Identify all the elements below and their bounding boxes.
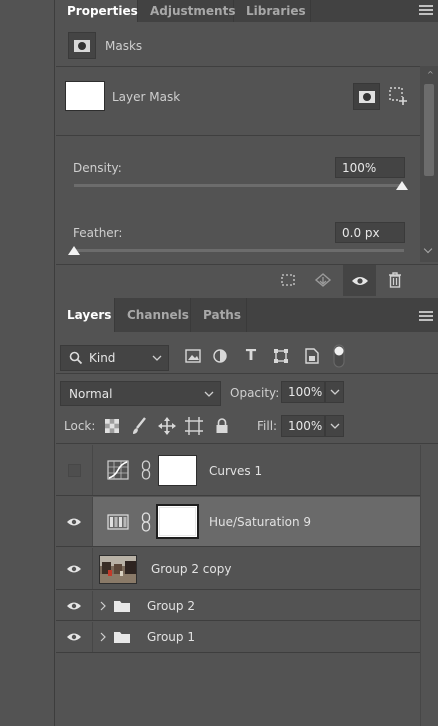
chevron-right-icon[interactable] [98,600,108,612]
chevron-right-icon[interactable] [98,631,108,643]
tab-adjustments[interactable]: Adjustments [139,0,235,22]
filter-kind-value: Kind [89,351,116,365]
masks-label: Masks [105,39,143,53]
filter-shape-icon[interactable] [272,347,290,365]
density-label: Density: [73,161,122,175]
layers-menu-icon[interactable] [419,309,433,323]
search-icon [69,351,83,365]
link-icon[interactable] [140,459,152,481]
curves-adjustment-icon [106,459,130,481]
layer-mask-thumbnail[interactable] [158,455,197,486]
layer-name: Hue/Saturation 9 [209,515,312,529]
add-vector-mask-icon[interactable] [387,85,409,107]
tab-paths[interactable]: Paths [192,298,247,332]
layers-scrollbar[interactable] [420,445,438,726]
feather-label: Feather: [73,226,123,240]
hue-saturation-adjustment-icon [106,512,130,532]
layer-row-hue-saturation-9[interactable]: Hue/Saturation 9 [56,497,420,547]
fill-label: Fill: [257,419,278,433]
fill-chevron-icon[interactable] [325,415,344,437]
visibility-toggle[interactable] [56,622,93,652]
filter-smart-object-icon[interactable] [303,347,321,365]
layers-tab-bar: Layers Channels Paths [56,298,438,332]
chevron-down-icon [204,391,214,397]
divider [56,443,438,444]
scrollbar-thumb[interactable] [424,84,434,176]
layer-name: Curves 1 [209,464,263,478]
eye-icon[interactable] [66,517,82,527]
filter-pixel-icon[interactable] [184,347,202,365]
tab-layers[interactable]: Layers [56,298,115,332]
filter-kind-dropdown[interactable]: Kind [60,345,169,371]
scroll-up-icon[interactable]: ^ [427,70,434,79]
opacity-label: Opacity: [230,386,280,400]
filter-adjustment-icon[interactable] [211,347,229,365]
mask-icon [68,32,96,59]
density-slider-track[interactable] [74,184,404,187]
link-icon[interactable] [140,511,152,533]
filter-type-icon[interactable]: T [242,346,260,364]
tab-libraries[interactable]: Libraries [235,0,311,22]
lock-artboard-icon[interactable] [184,416,204,436]
lock-position-icon[interactable] [157,416,177,436]
layer-name: Group 1 [147,630,195,644]
opacity-field[interactable]: 100% [281,381,325,403]
lock-all-icon[interactable] [213,416,231,436]
layer-name: Group 2 copy [151,562,232,576]
opacity-chevron-icon[interactable] [325,381,344,403]
density-slider-thumb[interactable] [396,181,408,190]
layer-image-thumbnail [99,555,137,584]
divider [56,264,438,265]
layer-name: Group 2 [147,599,195,613]
blend-mode-dropdown[interactable]: Normal [60,381,221,406]
blend-mode-value: Normal [69,386,113,401]
left-gutter [0,0,55,726]
density-field[interactable]: 100% [335,157,405,178]
tab-properties[interactable]: Properties [56,0,138,22]
visibility-toggle[interactable] [56,497,93,546]
properties-menu-icon[interactable] [419,3,433,17]
eye-icon[interactable] [66,564,82,574]
load-selection-icon[interactable] [278,270,298,290]
chevron-down-icon [152,355,162,361]
folder-icon [112,598,132,614]
visibility-off-box[interactable] [67,463,81,477]
visibility-toggle[interactable] [56,445,93,495]
scroll-down-icon[interactable] [423,244,433,254]
feather-slider-track[interactable] [74,249,404,252]
fill-field[interactable]: 100% [281,415,325,437]
properties-scrollbar[interactable]: ^ [420,66,438,262]
eye-icon[interactable] [66,601,82,611]
lock-transparent-pixels-icon[interactable] [103,417,121,435]
lock-label: Lock: [64,419,96,433]
divider [56,66,438,67]
toggle-mask-visibility-icon[interactable] [343,265,376,296]
apply-mask-icon[interactable] [313,270,333,290]
select-layer-mask-icon[interactable] [353,83,380,110]
tab-channels[interactable]: Channels [116,298,191,332]
layer-mask-thumbnail [65,81,105,111]
feather-slider-thumb[interactable] [68,246,80,255]
lock-image-pixels-icon[interactable] [130,416,148,436]
feather-field[interactable]: 0.0 px [335,222,405,243]
layer-mask-thumbnail[interactable] [156,504,199,539]
divider [56,373,438,374]
properties-tab-bar: Properties Adjustments Libraries [56,0,438,22]
visibility-toggle[interactable] [56,548,93,589]
filter-toggle-icon[interactable] [332,344,346,368]
layer-mask-label: Layer Mask [112,90,181,104]
delete-mask-icon[interactable] [385,270,405,290]
visibility-toggle[interactable] [56,591,93,620]
layer-row-group-1[interactable]: Group 1 [56,622,420,653]
layer-row-group-2[interactable]: Group 2 [56,591,420,621]
folder-icon [112,629,132,645]
layer-row-curves-1[interactable]: Curves 1 [56,445,420,496]
eye-icon[interactable] [66,632,82,642]
layer-row-group-2-copy[interactable]: Group 2 copy [56,548,420,590]
divider [56,135,438,136]
